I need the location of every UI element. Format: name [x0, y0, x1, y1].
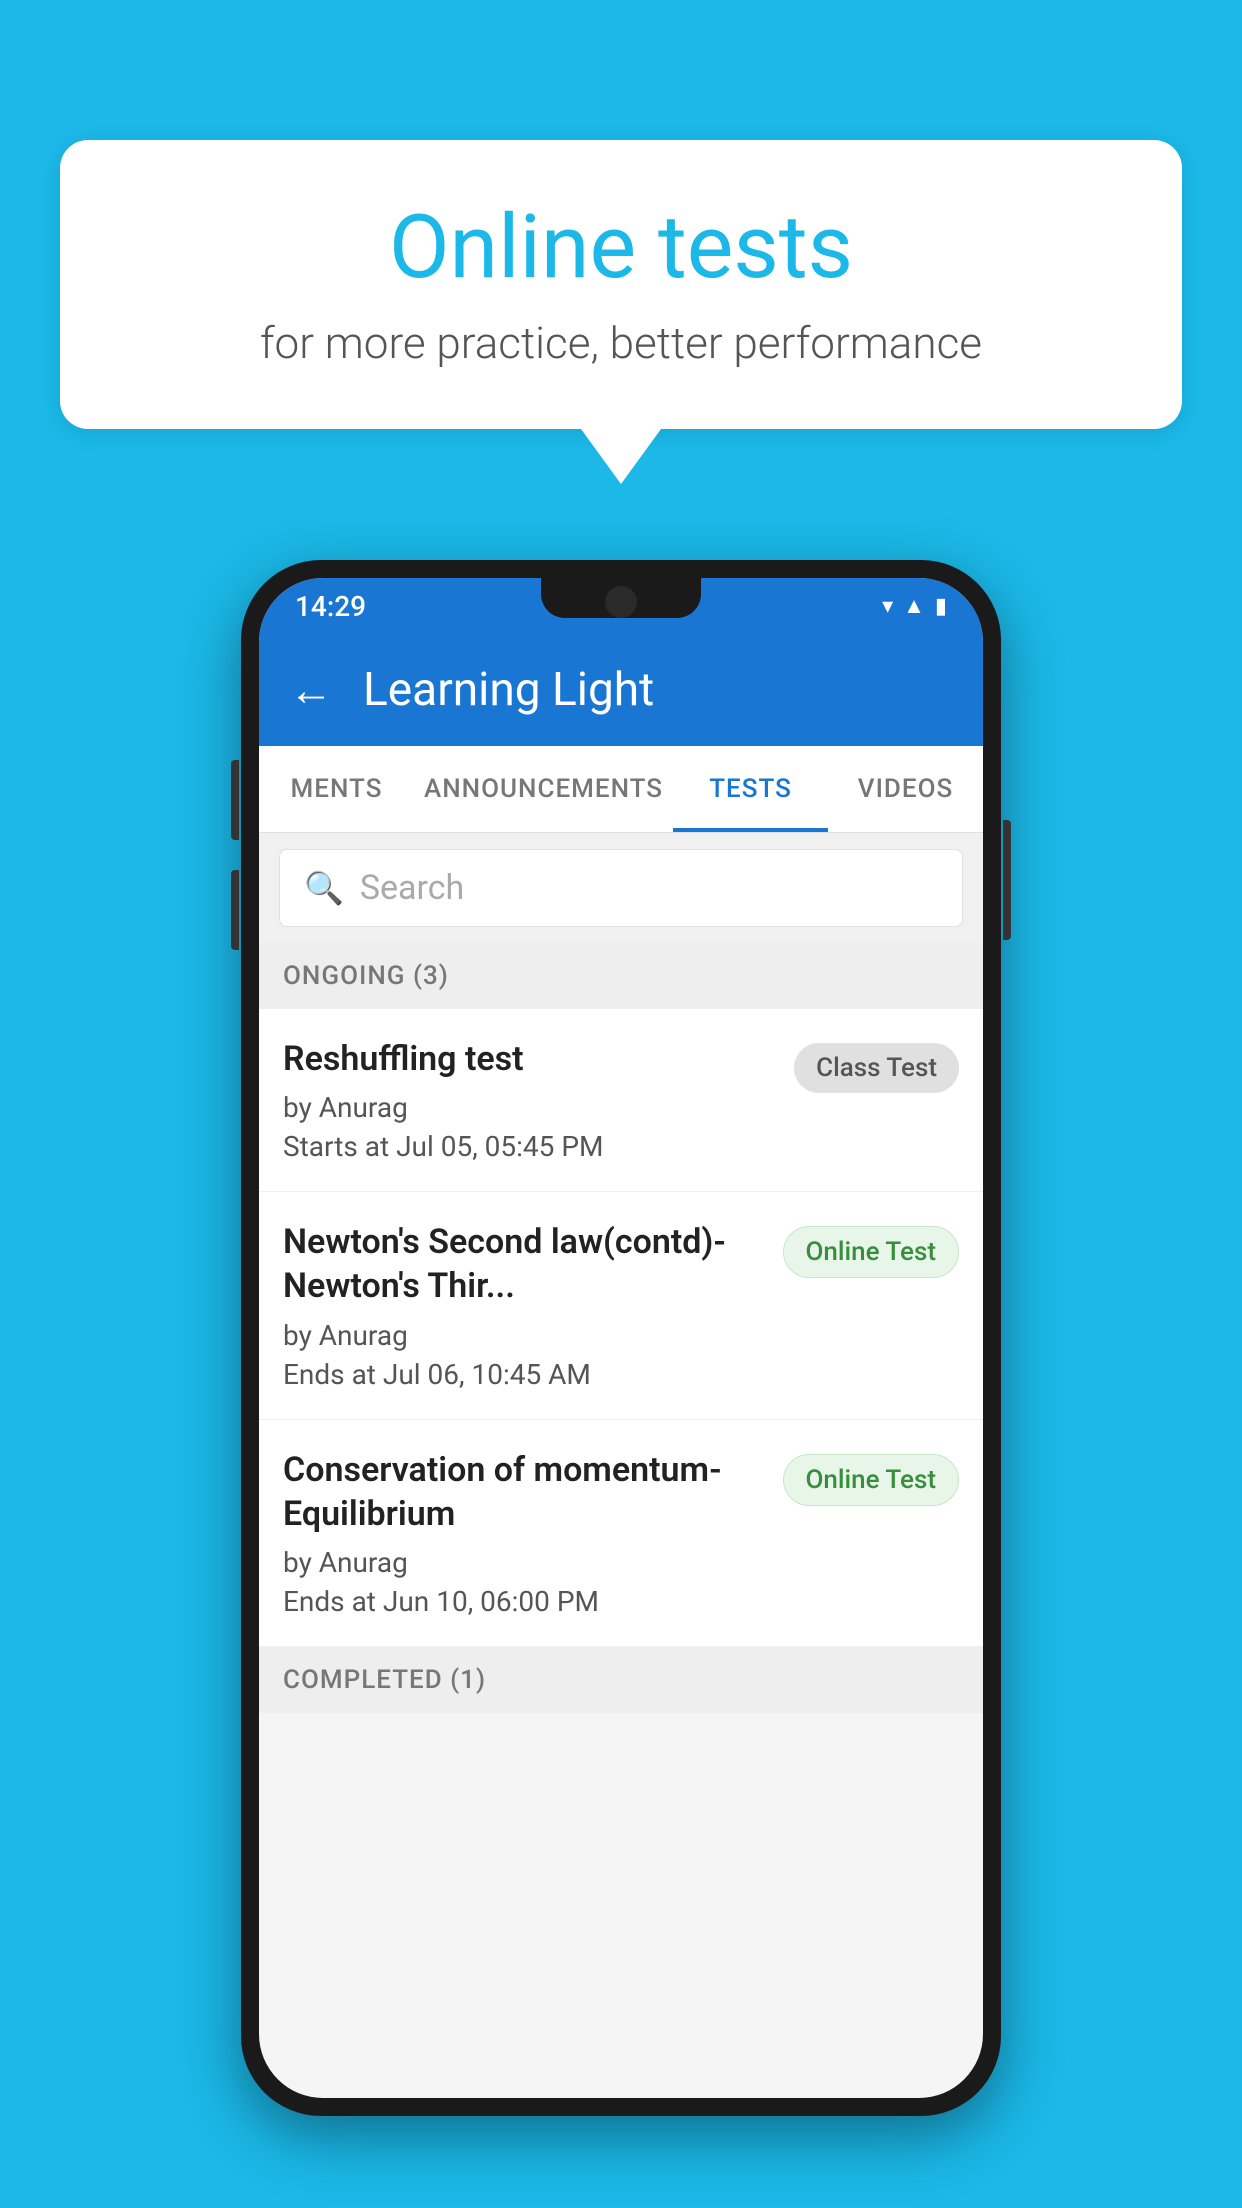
- bubble-title: Online tests: [140, 200, 1102, 297]
- tab-ments[interactable]: MENTS: [259, 746, 414, 832]
- back-button[interactable]: ←: [289, 664, 333, 716]
- tab-announcements[interactable]: ANNOUNCEMENTS: [414, 746, 673, 832]
- tab-videos[interactable]: VIDEOS: [828, 746, 983, 832]
- test-time-1: Starts at Jul 05, 05:45 PM: [283, 1130, 774, 1163]
- speech-bubble-section: Online tests for more practice, better p…: [60, 140, 1182, 484]
- app-bar-title: Learning Light: [363, 663, 654, 717]
- signal-icon: ▲: [903, 593, 925, 619]
- app-bar: ← Learning Light: [259, 634, 983, 746]
- test-item-1[interactable]: Reshuffling test by Anurag Starts at Jul…: [259, 1009, 983, 1192]
- power-button: [1003, 820, 1011, 940]
- phone-frame: 14:29 ▾ ▲ ▮ ← Learning Light MENTS ANNOU…: [241, 560, 1001, 2116]
- test-title-1: Reshuffling test: [283, 1037, 774, 1081]
- front-camera: [605, 586, 637, 618]
- phone-screen: 14:29 ▾ ▲ ▮ ← Learning Light MENTS ANNOU…: [259, 578, 983, 2098]
- wifi-icon: ▾: [882, 594, 893, 619]
- test-time-3: Ends at Jun 10, 06:00 PM: [283, 1585, 763, 1618]
- ongoing-section-header: ONGOING (3): [259, 943, 983, 1009]
- status-time: 14:29: [295, 590, 366, 623]
- test-title-2: Newton's Second law(contd)-Newton's Thir…: [283, 1220, 763, 1308]
- bubble-subtitle: for more practice, better performance: [140, 317, 1102, 369]
- battery-icon: ▮: [935, 594, 947, 619]
- test-list: Reshuffling test by Anurag Starts at Jul…: [259, 1009, 983, 1647]
- search-icon: 🔍: [304, 869, 344, 907]
- search-input[interactable]: Search: [360, 868, 464, 908]
- volume-down-button: [231, 870, 239, 950]
- test-item-2[interactable]: Newton's Second law(contd)-Newton's Thir…: [259, 1192, 983, 1419]
- test-info-2: Newton's Second law(contd)-Newton's Thir…: [283, 1220, 783, 1390]
- volume-up-button: [231, 760, 239, 840]
- test-author-3: by Anurag: [283, 1546, 763, 1579]
- completed-section-header: COMPLETED (1): [259, 1647, 983, 1713]
- test-badge-3: Online Test: [783, 1454, 960, 1506]
- test-item-3[interactable]: Conservation of momentum-Equilibrium by …: [259, 1420, 983, 1647]
- test-badge-2: Online Test: [783, 1226, 960, 1278]
- status-icons: ▾ ▲ ▮: [882, 593, 947, 619]
- speech-bubble: Online tests for more practice, better p…: [60, 140, 1182, 429]
- test-title-3: Conservation of momentum-Equilibrium: [283, 1448, 763, 1536]
- test-info-1: Reshuffling test by Anurag Starts at Jul…: [283, 1037, 794, 1163]
- search-box[interactable]: 🔍 Search: [279, 849, 963, 927]
- tab-tests[interactable]: TESTS: [673, 746, 828, 832]
- test-author-1: by Anurag: [283, 1091, 774, 1124]
- test-time-2: Ends at Jul 06, 10:45 AM: [283, 1358, 763, 1391]
- bubble-arrow: [581, 429, 661, 484]
- tabs-bar: MENTS ANNOUNCEMENTS TESTS VIDEOS: [259, 746, 983, 833]
- test-info-3: Conservation of momentum-Equilibrium by …: [283, 1448, 783, 1618]
- phone-mockup: 14:29 ▾ ▲ ▮ ← Learning Light MENTS ANNOU…: [241, 560, 1001, 2116]
- test-badge-1: Class Test: [794, 1043, 959, 1093]
- test-author-2: by Anurag: [283, 1319, 763, 1352]
- search-container: 🔍 Search: [259, 833, 983, 943]
